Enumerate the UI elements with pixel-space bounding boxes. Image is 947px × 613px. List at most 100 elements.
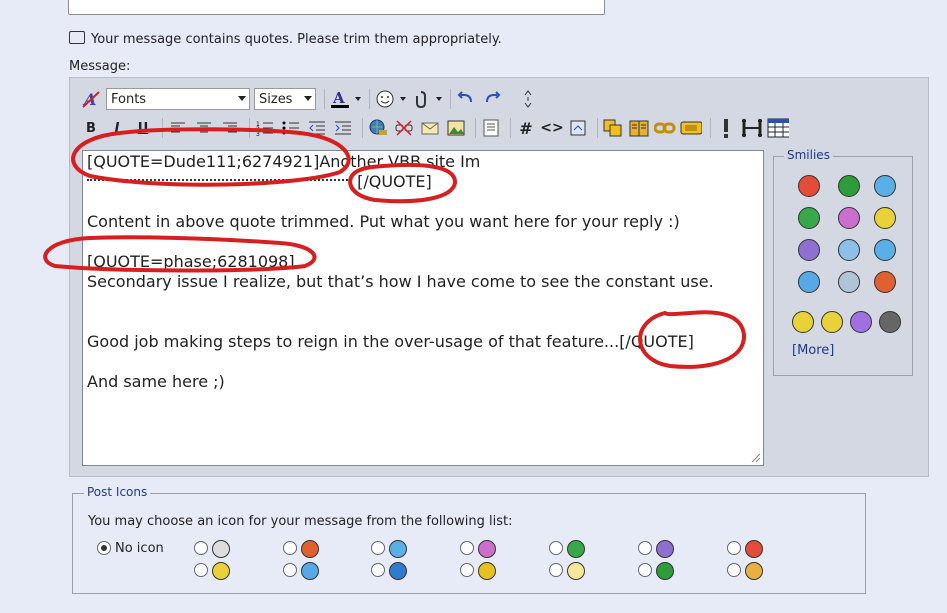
bold-button[interactable]: B <box>80 117 102 139</box>
post-icon <box>745 562 763 580</box>
copy-icon[interactable] <box>602 117 624 139</box>
resize-editor-icon[interactable] <box>517 88 539 110</box>
smiley-icon[interactable] <box>798 207 820 229</box>
post-icon-radio[interactable] <box>194 563 208 577</box>
unordered-list-icon[interactable] <box>280 117 302 139</box>
quote-notice-text: Your message contains quotes. Please tri… <box>91 32 502 47</box>
fonts-select[interactable]: Fonts <box>106 88 250 110</box>
smiley-icon[interactable] <box>792 311 814 333</box>
smiley-icon[interactable] <box>874 175 896 197</box>
remove-link-icon[interactable] <box>393 117 415 139</box>
no-icon-label: No icon <box>115 541 164 556</box>
editor-line-text: Good job making steps to reign in the ov… <box>87 332 610 351</box>
indent-icon[interactable] <box>332 117 354 139</box>
smiley-icon[interactable] <box>874 239 896 261</box>
post-icon <box>301 562 319 580</box>
post-icon <box>301 540 319 558</box>
outdent-icon[interactable] <box>306 117 328 139</box>
ordered-list-icon[interactable]: 123 <box>254 117 276 139</box>
editor-line: Good job making steps to reign in the ov… <box>87 332 694 352</box>
undo-icon[interactable] <box>455 88 477 110</box>
editor-line: [QUOTE=phase;6281098] <box>87 252 295 272</box>
post-icon-radio[interactable] <box>727 541 741 555</box>
post-icon-radio[interactable] <box>371 541 385 555</box>
message-label: Message: <box>69 59 131 74</box>
post-icon-radio[interactable] <box>283 563 297 577</box>
editor-line-text: And same here ;) <box>87 372 225 391</box>
smiley-icon[interactable] <box>838 175 860 197</box>
post-icon-radio[interactable] <box>727 563 741 577</box>
smiley-icon[interactable] <box>874 271 896 293</box>
editor-line-text: ..[/QUOTE] <box>609 332 694 351</box>
font-color-icon[interactable]: A <box>329 88 351 110</box>
book-icon[interactable] <box>628 117 650 139</box>
post-icon-radio[interactable] <box>549 563 563 577</box>
insert-table-icon[interactable] <box>767 117 789 139</box>
italic-button[interactable]: I <box>106 117 128 139</box>
editor-line-text: Secondary issue I realize, but that’s ho… <box>87 272 714 291</box>
wrap-html-button[interactable]: <> <box>540 117 563 139</box>
smiley-icon[interactable] <box>874 207 896 229</box>
smiley-icon[interactable] <box>838 271 860 293</box>
smiley-icon[interactable] <box>798 175 820 197</box>
insert-email-icon[interactable] <box>419 117 441 139</box>
post-icon <box>567 562 585 580</box>
smiley-icon[interactable] <box>879 311 901 333</box>
more-smilies-link[interactable]: [More] <box>792 343 834 358</box>
redo-icon[interactable] <box>481 88 503 110</box>
post-icon <box>656 562 674 580</box>
post-icon-radio[interactable] <box>371 563 385 577</box>
smiley-icon[interactable] <box>850 311 872 333</box>
post-icons-box: Post Icons You may choose an icon for yo… <box>72 485 866 594</box>
attachment-dropdown-icon[interactable] <box>436 97 442 101</box>
smilies-title: Smilies <box>784 148 833 162</box>
post-icon-radio[interactable] <box>283 541 297 555</box>
previous-input-field[interactable] <box>68 0 605 15</box>
toolbar-row-2: B I U 123 # <> <box>80 115 793 141</box>
smiley-icon[interactable] <box>838 239 860 261</box>
post-icon-radio[interactable] <box>638 563 652 577</box>
no-icon-radio[interactable] <box>97 541 111 555</box>
wrap-quote-icon[interactable] <box>480 117 502 139</box>
smiley-insert-icon[interactable] <box>374 88 396 110</box>
post-icon-radio[interactable] <box>460 541 474 555</box>
sizes-select[interactable]: Sizes <box>254 88 316 110</box>
separator <box>324 89 325 109</box>
underline-button[interactable]: U <box>132 117 154 139</box>
message-editor-panel: A Fonts Sizes A B <box>69 77 929 477</box>
smiley-icon[interactable] <box>838 207 860 229</box>
chain-link-icon[interactable] <box>654 117 676 139</box>
separator <box>710 118 711 138</box>
chat-bubble-icon <box>69 31 85 44</box>
post-icon <box>478 540 496 558</box>
font-color-dropdown-icon[interactable] <box>355 97 361 101</box>
editor-line-text: Content in above quote trimmed. Put what… <box>87 212 680 231</box>
smiley-icon[interactable] <box>798 271 820 293</box>
separator <box>162 118 163 138</box>
align-center-icon[interactable] <box>193 117 215 139</box>
resize-grip-icon[interactable] <box>751 453 761 463</box>
label-icon[interactable] <box>680 117 702 139</box>
quote-notice: Your message contains quotes. Please tri… <box>69 30 502 47</box>
horizontal-rule-icon[interactable] <box>741 117 763 139</box>
wrap-code-button[interactable]: # <box>515 117 537 139</box>
exclamation-icon[interactable] <box>715 117 737 139</box>
remove-format-icon[interactable]: A <box>80 88 102 110</box>
separator <box>475 118 476 138</box>
wrap-php-icon[interactable] <box>567 117 589 139</box>
separator <box>362 118 363 138</box>
smiley-icon[interactable] <box>821 311 843 333</box>
post-icon-radio[interactable] <box>638 541 652 555</box>
attachment-icon[interactable] <box>410 88 432 110</box>
message-textarea[interactable]: [QUOTE=Dude111;6274921]Another VBB site … <box>82 150 764 466</box>
insert-link-icon[interactable] <box>367 117 389 139</box>
post-icon-radio[interactable] <box>460 563 474 577</box>
smiley-icon[interactable] <box>798 239 820 261</box>
post-icon-radio[interactable] <box>549 541 563 555</box>
toolbar-row-1: A Fonts Sizes A <box>80 86 543 112</box>
post-icon-radio[interactable] <box>194 541 208 555</box>
smiley-dropdown-icon[interactable] <box>400 97 406 101</box>
insert-image-icon[interactable] <box>445 117 467 139</box>
align-right-icon[interactable] <box>219 117 241 139</box>
align-left-icon[interactable] <box>167 117 189 139</box>
